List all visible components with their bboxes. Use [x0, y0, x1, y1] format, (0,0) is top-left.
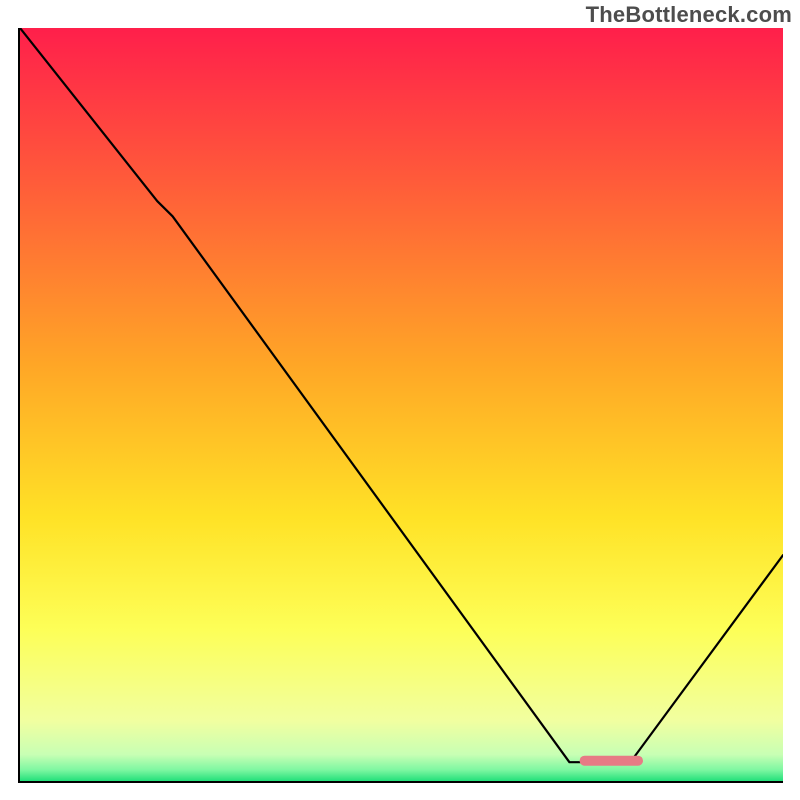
chart-frame: TheBottleneck.com [0, 0, 800, 800]
plot-svg [20, 28, 783, 781]
watermark-label: TheBottleneck.com [586, 2, 792, 28]
plot-area [18, 28, 783, 783]
gradient-background [20, 28, 783, 781]
